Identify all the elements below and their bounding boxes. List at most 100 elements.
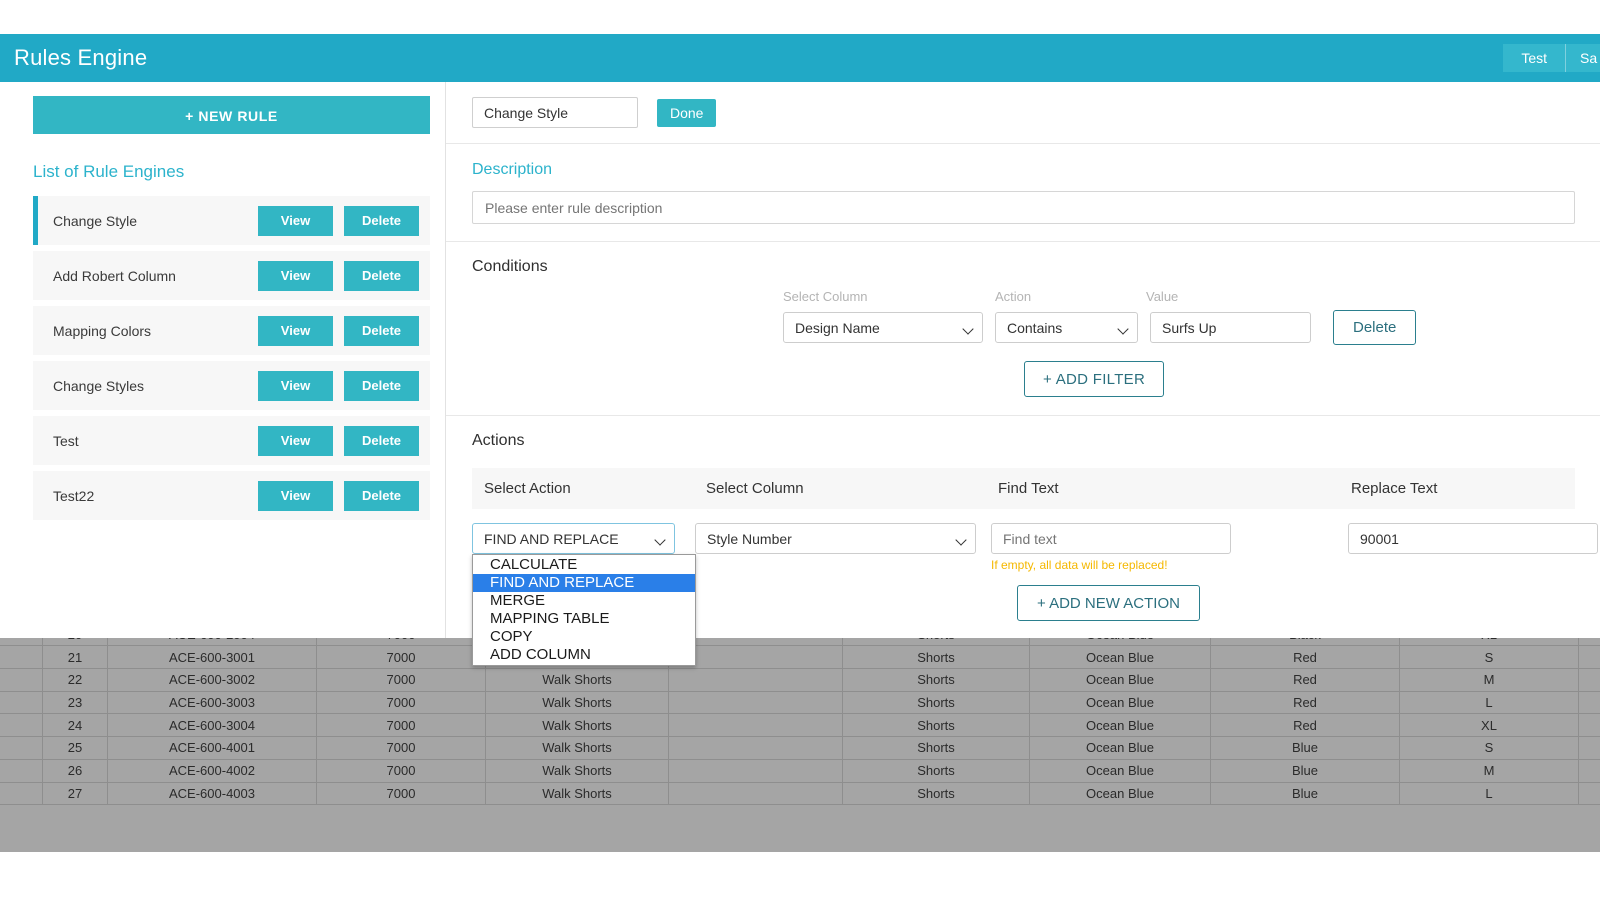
- grid-cell: [1578, 781, 1600, 806]
- add-filter-button[interactable]: + ADD FILTER: [1024, 361, 1165, 397]
- description-input[interactable]: [472, 191, 1575, 224]
- grid-cell: 26: [42, 758, 108, 783]
- grid-cell: 7000: [316, 781, 486, 806]
- view-rule-button[interactable]: View: [258, 425, 333, 456]
- action-type-select[interactable]: FIND AND REPLACE: [472, 523, 675, 554]
- delete-rule-button[interactable]: Delete: [344, 480, 419, 511]
- view-rule-button[interactable]: View: [258, 315, 333, 346]
- grid-cell: Shorts: [842, 690, 1030, 715]
- label-select-column: Select Column: [783, 289, 868, 304]
- grid-cell: Ocean Blue: [1029, 645, 1211, 670]
- grid-cell: Red: [1210, 690, 1400, 715]
- replace-text-input[interactable]: [1348, 523, 1598, 554]
- dropdown-option[interactable]: COPY: [473, 628, 695, 646]
- rule-list-item[interactable]: Change Style View Delete: [33, 196, 430, 245]
- grid-cell: ACE-600-3003: [107, 690, 317, 715]
- delete-condition-button[interactable]: Delete: [1333, 310, 1417, 345]
- label-action: Action: [995, 289, 1032, 304]
- view-rule-button[interactable]: View: [258, 370, 333, 401]
- table-row[interactable]: 22 ACE-600-3002 7000 Walk Shorts Shorts Ocean…: [0, 668, 1600, 692]
- find-text-group: If empty, all data will be replaced!: [991, 523, 1231, 572]
- grid-gutter-cell: [0, 758, 43, 783]
- table-row[interactable]: 27 ACE-600-4003 7000 Walk Shorts Shorts Ocean…: [0, 781, 1600, 806]
- grid-cell: 7000: [316, 668, 486, 692]
- grid-cell: Ocean Blue: [1029, 690, 1211, 715]
- grid-cell: Walk Shorts: [485, 668, 669, 692]
- rule-name-bar: Done: [446, 82, 1600, 144]
- done-button[interactable]: Done: [657, 98, 717, 127]
- dropdown-option[interactable]: MAPPING TABLE: [473, 610, 695, 628]
- conditions-column-labels: Select Column Action Value: [472, 289, 1600, 304]
- rule-list-item[interactable]: Add Robert Column View Delete: [33, 251, 430, 300]
- new-rule-button[interactable]: + NEW RULE: [33, 96, 430, 134]
- grid-cell: ACE-600-3002: [107, 668, 317, 692]
- grid-cell: 7000: [316, 713, 486, 738]
- rule-list-item-label: Test: [53, 432, 79, 449]
- grid-cell: Walk Shorts: [485, 713, 669, 738]
- actions-table-header: Select Action Select Column Find Text Re…: [472, 468, 1575, 509]
- test-button[interactable]: Test: [1503, 44, 1565, 72]
- header-replace-text: Replace Text: [1351, 480, 1438, 497]
- sidebar: + NEW RULE List of Rule Engines Change S…: [0, 82, 445, 638]
- rule-list-item[interactable]: Test View Delete: [33, 416, 430, 465]
- grid-cell: 22: [42, 668, 108, 692]
- action-column-select[interactable]: Style Number: [695, 523, 976, 554]
- grid-cell: Ocean Blue: [1029, 736, 1211, 760]
- grid-cell: 23: [42, 690, 108, 715]
- save-button[interactable]: Sa: [1566, 44, 1600, 72]
- table-row[interactable]: 23 ACE-600-3003 7000 Walk Shorts Shorts Ocean…: [0, 690, 1600, 715]
- table-row[interactable]: 21ACE-600-30017000Walk ShortsShortsOcean…: [0, 645, 1600, 670]
- rule-list-item-label: Add Robert Column: [53, 267, 176, 284]
- dropdown-option[interactable]: CALCULATE: [473, 556, 695, 574]
- table-row[interactable]: 24 ACE-600-3004 7000 Walk Shorts Shorts Ocean…: [0, 713, 1600, 738]
- grid-cell: ACE-600-4001: [107, 736, 317, 760]
- page-title: Rules Engine: [14, 45, 148, 70]
- grid-cell: Ocean Blue: [1029, 713, 1211, 738]
- condition-column-select-wrap: Design Name: [783, 312, 983, 343]
- description-label: Description: [472, 161, 553, 178]
- rule-list-item[interactable]: Test22 View Delete: [33, 471, 430, 520]
- add-filter-row: + ADD FILTER: [472, 361, 1600, 415]
- condition-value-input[interactable]: [1150, 312, 1311, 343]
- condition-row: Design Name Contains Delete: [472, 310, 1600, 345]
- rule-list-item[interactable]: Mapping Colors View Delete: [33, 306, 430, 355]
- grid-gutter-cell: [0, 645, 43, 670]
- dropdown-option[interactable]: FIND AND REPLACE: [473, 574, 695, 592]
- grid-cell: [1578, 668, 1600, 692]
- condition-action-select[interactable]: Contains: [995, 312, 1138, 343]
- view-rule-button[interactable]: View: [258, 480, 333, 511]
- delete-rule-button[interactable]: Delete: [344, 425, 419, 456]
- condition-column-select[interactable]: Design Name: [783, 312, 983, 343]
- rule-list-item-label: Mapping Colors: [53, 322, 152, 339]
- grid-cell: 27: [42, 781, 108, 806]
- table-row[interactable]: 25 ACE-600-4001 7000 Walk Shorts Shorts Ocean…: [0, 736, 1600, 760]
- action-type-dropdown-list[interactable]: CALCULATE FIND AND REPLACE MERGE MAPPING TA…: [472, 554, 696, 666]
- delete-rule-button[interactable]: Delete: [344, 370, 419, 401]
- grid-cell: [1578, 645, 1600, 670]
- table-row[interactable]: 26 ACE-600-4002 7000 Walk Shorts Shorts Ocean…: [0, 758, 1600, 783]
- rule-editor-panel: Done Description Conditions Select Colum…: [445, 82, 1600, 666]
- grid-cell: [668, 758, 843, 783]
- rule-list-item[interactable]: Change Styles View Delete: [33, 361, 430, 410]
- view-rule-button[interactable]: View: [258, 260, 333, 291]
- grid-cell: ACE-600-4002: [107, 758, 317, 783]
- grid-cell: XL: [1399, 713, 1579, 738]
- delete-rule-button[interactable]: Delete: [344, 315, 419, 346]
- view-rule-button[interactable]: View: [258, 205, 333, 236]
- rule-name-input[interactable]: [472, 97, 638, 128]
- conditions-title: Conditions: [472, 258, 548, 275]
- condition-action-select-wrap: Contains: [995, 312, 1138, 343]
- grid-cell: 7000: [316, 758, 486, 783]
- rule-list-heading: List of Rule Engines: [33, 162, 185, 181]
- grid-cell: Shorts: [842, 758, 1030, 783]
- dropdown-option[interactable]: MERGE: [473, 592, 695, 610]
- delete-rule-button[interactable]: Delete: [344, 205, 419, 236]
- grid-cell: [668, 781, 843, 806]
- find-text-input[interactable]: [991, 523, 1231, 554]
- add-new-action-button[interactable]: + ADD NEW ACTION: [1017, 585, 1200, 621]
- dropdown-option[interactable]: ADD COLUMN: [473, 646, 695, 664]
- grid-cell: Walk Shorts: [485, 736, 669, 760]
- grid-cell: S: [1399, 645, 1579, 670]
- delete-rule-button[interactable]: Delete: [344, 260, 419, 291]
- rule-list-item-label: Change Style: [53, 212, 138, 229]
